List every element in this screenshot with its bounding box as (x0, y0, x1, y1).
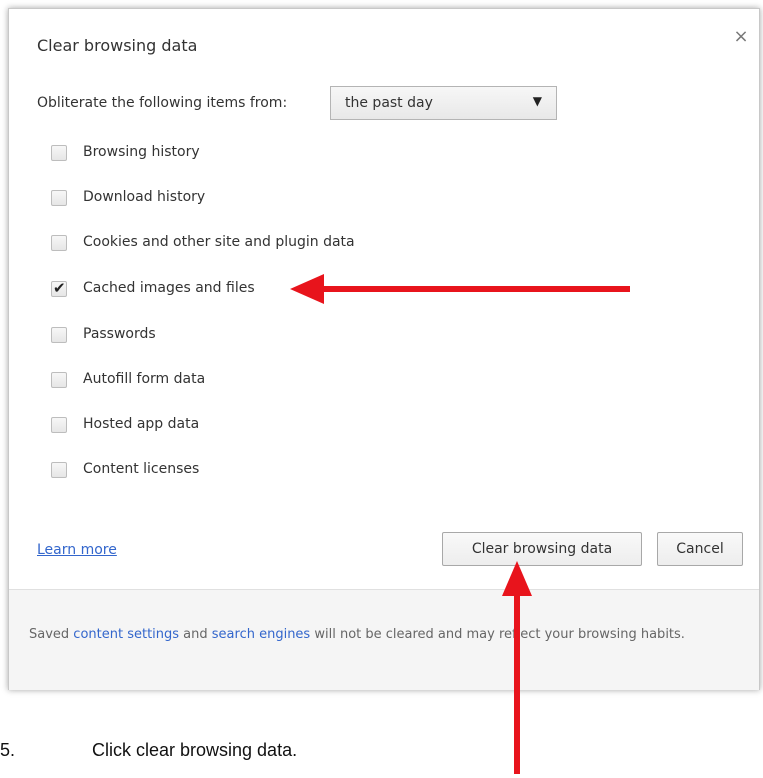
footer-mid: and (179, 627, 212, 642)
search-engines-link[interactable]: search engines (212, 627, 310, 642)
checkbox[interactable] (51, 145, 67, 161)
dropdown-arrow-icon: ▼ (532, 94, 542, 108)
option-label: Browsing history (83, 144, 200, 160)
cancel-button[interactable]: Cancel (657, 532, 743, 566)
checkbox[interactable] (51, 372, 67, 388)
step-text: Click clear browsing data. (92, 740, 298, 760)
learn-more-link[interactable]: Learn more (37, 542, 117, 558)
option-label: Cookies and other site and plugin data (83, 234, 355, 250)
dialog-title: Clear browsing data (37, 36, 198, 55)
period-label: Obliterate the following items from: (37, 95, 288, 111)
checkmark-icon: ✔ (53, 279, 66, 297)
option-label: Autofill form data (83, 371, 206, 387)
option-label: Download history (83, 189, 206, 205)
close-icon[interactable]: × (731, 27, 751, 47)
checkbox[interactable] (51, 327, 67, 343)
content-settings-link[interactable]: content settings (73, 627, 179, 642)
time-period-value: the past day (345, 95, 433, 111)
checkbox[interactable]: ✔ (51, 279, 67, 297)
option-label: Cached images and files (83, 280, 255, 296)
footer-prefix: Saved (29, 627, 74, 642)
checkbox[interactable] (51, 235, 67, 251)
checkbox[interactable] (51, 190, 67, 206)
clear-browsing-data-button[interactable]: Clear browsing data (442, 532, 642, 566)
checkbox[interactable] (51, 417, 67, 433)
footer-suffix: will not be cleared and may reflect your… (310, 627, 685, 642)
checkbox[interactable] (51, 462, 67, 478)
footer-note: Saved content settings and search engine… (29, 620, 719, 650)
step-number: 5. (0, 740, 16, 760)
clear-browsing-data-dialog: Clear browsing data × Obliterate the fol… (8, 8, 760, 690)
option-label: Hosted app data (83, 416, 200, 432)
option-label: Content licenses (83, 461, 200, 477)
dialog-footer: Saved content settings and search engine… (9, 589, 759, 690)
option-label: Passwords (83, 326, 156, 342)
time-period-select[interactable]: the past day ▼ (330, 86, 557, 120)
